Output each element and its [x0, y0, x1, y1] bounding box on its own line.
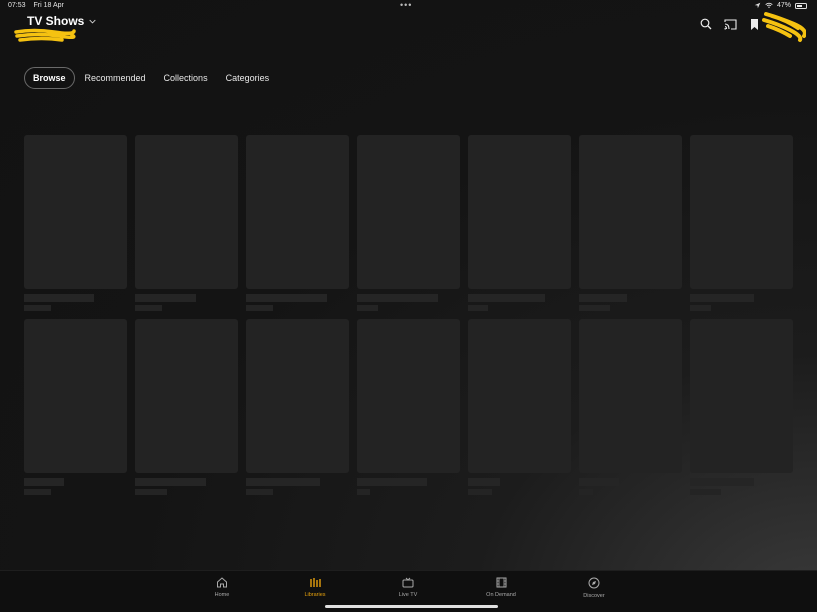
skeleton-poster	[579, 135, 682, 289]
skeleton-poster	[690, 319, 793, 473]
skeleton-subtitle-bar	[468, 489, 492, 495]
skeleton-title-bar	[24, 478, 64, 486]
skeleton-poster	[135, 135, 238, 289]
skeleton-subtitle-bar	[468, 305, 488, 311]
skeleton-card	[468, 135, 571, 311]
skeleton-title-bar	[24, 294, 94, 302]
search-icon[interactable]	[698, 16, 714, 32]
chevron-down-icon	[89, 19, 96, 23]
skeleton-poster	[468, 135, 571, 289]
libraries-icon	[310, 578, 321, 587]
skeleton-title-bar	[246, 478, 320, 486]
skeleton-title-bar	[690, 478, 754, 486]
skeleton-subtitle-bar	[579, 305, 610, 311]
skeleton-title-bar	[468, 478, 500, 486]
multitasking-dots[interactable]: •••	[400, 0, 412, 10]
skeleton-poster	[690, 135, 793, 289]
skeleton-subtitle-bar	[246, 305, 273, 311]
nav-home[interactable]: Home	[192, 577, 252, 598]
skeleton-title-bar	[468, 294, 545, 302]
skeleton-subtitle-bar	[690, 489, 721, 495]
library-tabs: Browse Recommended Collections Categorie…	[24, 67, 279, 89]
wifi-icon	[765, 2, 773, 9]
skeleton-subtitle-bar	[135, 305, 162, 311]
skeleton-card	[357, 319, 460, 495]
battery-percent: 47%	[776, 2, 791, 9]
skeleton-title-bar	[357, 478, 427, 486]
skeleton-title-bar	[579, 478, 619, 486]
home-icon	[217, 577, 227, 588]
skeleton-poster	[135, 319, 238, 473]
redaction-scribble	[14, 28, 76, 42]
tab-categories[interactable]: Categories	[218, 68, 278, 88]
skeleton-card	[246, 135, 349, 311]
skeleton-subtitle-bar	[357, 489, 370, 495]
skeleton-subtitle-bar	[357, 305, 378, 311]
skeleton-subtitle-bar	[135, 489, 167, 495]
loading-grid	[24, 135, 793, 495]
nav-home-label: Home	[214, 592, 230, 598]
redaction-scribble-avatar	[762, 12, 806, 42]
skeleton-card	[24, 135, 127, 311]
nav-discover[interactable]: Discover	[564, 577, 624, 599]
page-title: TV Shows	[27, 14, 85, 28]
status-time: 07:53	[8, 2, 26, 9]
skeleton-card	[135, 319, 238, 495]
skeleton-poster	[246, 319, 349, 473]
skeleton-subtitle-bar	[24, 489, 51, 495]
compass-icon	[588, 577, 600, 589]
skeleton-card	[690, 319, 793, 495]
skeleton-poster	[357, 319, 460, 473]
skeleton-poster	[357, 135, 460, 289]
skeleton-subtitle-bar	[246, 489, 273, 495]
skeleton-card	[579, 319, 682, 495]
nav-libraries[interactable]: Libraries	[285, 577, 345, 598]
home-indicator[interactable]	[325, 605, 498, 608]
skeleton-card	[357, 135, 460, 311]
skeleton-card	[135, 135, 238, 311]
header-actions	[698, 16, 762, 32]
skeleton-card	[579, 135, 682, 311]
skeleton-card	[690, 135, 793, 311]
skeleton-title-bar	[579, 294, 627, 302]
tv-icon	[402, 577, 414, 588]
skeleton-row	[24, 135, 793, 311]
status-date: Fri 18 Apr	[33, 2, 64, 9]
skeleton-poster	[24, 135, 127, 289]
skeleton-card	[246, 319, 349, 495]
skeleton-title-bar	[246, 294, 327, 302]
skeleton-row	[24, 319, 793, 495]
film-icon	[496, 577, 506, 588]
nav-on-demand[interactable]: On Demand	[471, 577, 531, 598]
skeleton-poster	[24, 319, 127, 473]
nav-live-tv-label: Live TV	[398, 592, 418, 598]
tab-recommended[interactable]: Recommended	[77, 68, 154, 88]
library-selector[interactable]: TV Shows	[27, 14, 96, 28]
skeleton-subtitle-bar	[690, 305, 711, 311]
tab-browse[interactable]: Browse	[24, 67, 75, 89]
location-icon	[754, 2, 761, 9]
skeleton-poster	[246, 135, 349, 289]
battery-icon	[795, 2, 807, 9]
skeleton-subtitle-bar	[24, 305, 51, 311]
nav-on-demand-label: On Demand	[486, 592, 516, 598]
skeleton-card	[468, 319, 571, 495]
skeleton-card	[24, 319, 127, 495]
nav-live-tv[interactable]: Live TV	[378, 577, 438, 598]
status-bar: 07:53 Fri 18 Apr ••• 47%	[0, 0, 817, 14]
nav-libraries-label: Libraries	[304, 592, 326, 598]
cast-icon[interactable]	[722, 16, 738, 32]
skeleton-title-bar	[135, 478, 206, 486]
skeleton-poster	[468, 319, 571, 473]
skeleton-title-bar	[690, 294, 754, 302]
nav-discover-label: Discover	[583, 593, 605, 599]
skeleton-poster	[579, 319, 682, 473]
skeleton-subtitle-bar	[579, 489, 593, 495]
bookmark-icon[interactable]	[746, 16, 762, 32]
skeleton-title-bar	[357, 294, 438, 302]
skeleton-title-bar	[135, 294, 196, 302]
tab-collections[interactable]: Collections	[156, 68, 216, 88]
